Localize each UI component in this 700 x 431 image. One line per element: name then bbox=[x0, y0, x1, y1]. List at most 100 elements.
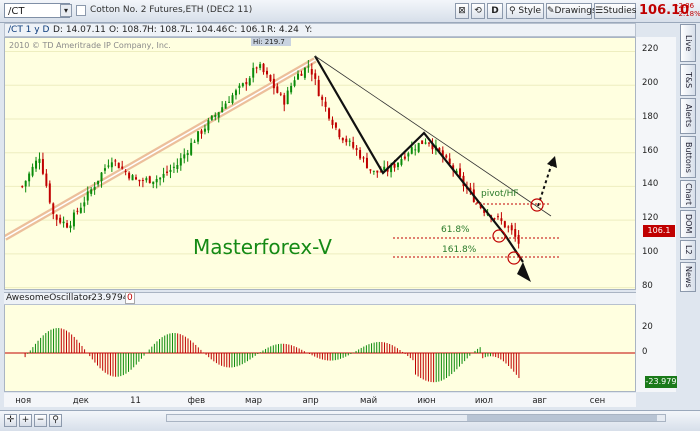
oscillator-zero-value: 0 bbox=[125, 292, 135, 304]
candle-body bbox=[145, 178, 148, 181]
candle-body bbox=[241, 83, 244, 87]
candle-body bbox=[510, 225, 513, 231]
candle-body bbox=[345, 138, 348, 143]
candle-body bbox=[507, 226, 510, 228]
price-chart-panel[interactable]: 2010 © TD Ameritrade IP Company, Inc. pi… bbox=[4, 37, 636, 290]
candle-body bbox=[203, 128, 206, 132]
tab-news[interactable]: News bbox=[680, 262, 696, 292]
candle-body bbox=[38, 158, 41, 163]
candle-body bbox=[155, 179, 158, 183]
candle-body bbox=[100, 172, 103, 182]
candle-body bbox=[355, 148, 358, 150]
tab-l2[interactable]: L2 bbox=[680, 240, 696, 260]
symbol-dropdown-arrow-icon[interactable]: ▾ bbox=[60, 4, 72, 17]
tab-alerts[interactable]: Alerts bbox=[680, 98, 696, 134]
candle-body bbox=[72, 212, 75, 227]
candle-body bbox=[86, 191, 89, 201]
info-close: C: 106.1 bbox=[228, 25, 266, 35]
candle-body bbox=[134, 177, 137, 180]
studies-button[interactable]: ☰Studies bbox=[594, 3, 636, 19]
candle-body bbox=[493, 218, 496, 220]
candle-body bbox=[90, 189, 93, 194]
drawings-label: Drawings bbox=[554, 6, 597, 16]
osc-tick-20: 20 bbox=[642, 322, 653, 332]
candle-body bbox=[159, 177, 162, 180]
wave-line bbox=[314, 55, 524, 263]
candle-body bbox=[28, 173, 31, 182]
price-tick-label: 120 bbox=[642, 213, 659, 224]
candle-body bbox=[276, 86, 279, 93]
style-button[interactable]: ⚲ Style bbox=[506, 3, 544, 19]
oscillator-header: AwesomeOscillator -23.9794 0 bbox=[4, 292, 636, 305]
studies-label: Studies bbox=[603, 6, 637, 16]
candle-body bbox=[55, 214, 58, 220]
pin-icon[interactable]: ⊠ bbox=[455, 3, 469, 19]
price-tick-label: 180 bbox=[642, 111, 659, 122]
candle-body bbox=[103, 168, 106, 171]
candle-body bbox=[79, 207, 82, 213]
tab-time-and-sales[interactable]: T&S bbox=[680, 64, 696, 96]
candle-body bbox=[369, 169, 372, 171]
candle-body bbox=[110, 162, 113, 168]
time-tick-label: июн bbox=[417, 396, 436, 406]
info-open: O: 108.7 bbox=[109, 25, 148, 35]
d-button[interactable]: D bbox=[487, 3, 503, 19]
candle-body bbox=[300, 73, 303, 76]
pan-icon[interactable]: ✛ bbox=[4, 414, 17, 427]
refresh-icon[interactable]: ⟲ bbox=[471, 3, 485, 19]
time-tick-label: июл bbox=[474, 396, 493, 406]
style-icon: ⚲ bbox=[508, 6, 516, 16]
current-price-tag: 106.1 bbox=[643, 225, 675, 237]
candle-body bbox=[331, 119, 334, 125]
candle-body bbox=[190, 142, 193, 155]
time-scrollbar[interactable] bbox=[166, 414, 666, 422]
candle-body bbox=[272, 78, 275, 89]
candle-body bbox=[517, 234, 520, 244]
candle-body bbox=[176, 165, 179, 169]
candle-body bbox=[290, 85, 293, 93]
scrollbar-thumb[interactable] bbox=[467, 415, 657, 421]
candle-body bbox=[279, 93, 282, 95]
candle-body bbox=[297, 73, 300, 80]
tab-dom[interactable]: DOM bbox=[680, 210, 696, 238]
tab-chart[interactable]: Chart bbox=[680, 180, 696, 208]
zoom-out-icon[interactable]: − bbox=[34, 414, 47, 427]
candle-body bbox=[445, 155, 448, 158]
candle-body bbox=[221, 107, 224, 113]
candle-body bbox=[400, 159, 403, 165]
candle-body bbox=[121, 166, 124, 169]
drawings-button[interactable]: ✎Drawings bbox=[546, 3, 597, 19]
candle-body bbox=[41, 159, 44, 174]
candle-body bbox=[217, 112, 220, 118]
price-tick-label: 200 bbox=[642, 78, 659, 89]
candle-body bbox=[169, 169, 172, 172]
candle-body bbox=[45, 173, 48, 186]
time-tick-label: апр bbox=[302, 396, 319, 406]
info-low: L: 104.46 bbox=[185, 25, 228, 35]
candle-body bbox=[117, 162, 120, 169]
candle-body bbox=[231, 95, 234, 103]
candle-body bbox=[307, 66, 310, 68]
candle-body bbox=[341, 138, 344, 141]
candle-body bbox=[503, 221, 506, 228]
candle-body bbox=[248, 78, 251, 86]
candle-body bbox=[148, 176, 151, 184]
tab-live[interactable]: Live bbox=[680, 24, 696, 62]
fib-618-circle bbox=[492, 229, 506, 243]
wave-drawing bbox=[314, 55, 557, 282]
candle-body bbox=[93, 186, 96, 190]
candle-body bbox=[83, 202, 86, 207]
time-tick-label: мар bbox=[245, 396, 263, 406]
candle-body bbox=[186, 153, 189, 156]
candle-body bbox=[417, 142, 420, 152]
candle-body bbox=[124, 170, 127, 172]
magnifier-icon[interactable]: ⚲ bbox=[49, 414, 62, 427]
candle-body bbox=[97, 180, 100, 185]
zoom-in-icon[interactable]: + bbox=[19, 414, 32, 427]
candle-body bbox=[197, 131, 200, 142]
oscillator-panel[interactable] bbox=[4, 292, 636, 392]
tab-buttons[interactable]: Buttons bbox=[680, 136, 696, 178]
time-tick-label: дек bbox=[72, 396, 89, 406]
pivot-label: pivot/HF bbox=[481, 189, 519, 199]
candle-body bbox=[48, 183, 51, 203]
